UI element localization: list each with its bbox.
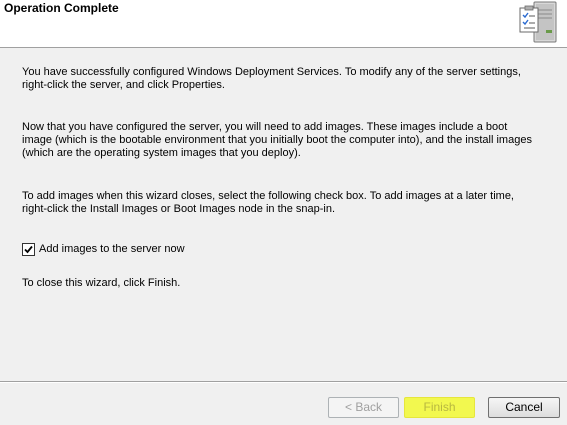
- finish-instructions: To close this wizard, click Finish.: [22, 277, 181, 289]
- add-images-option[interactable]: Add images to the server now: [22, 242, 185, 256]
- server-checklist-icon: [516, 0, 562, 46]
- back-button[interactable]: < Back: [328, 397, 399, 418]
- finish-button[interactable]: Finish: [404, 397, 475, 418]
- add-images-checkbox[interactable]: [22, 242, 35, 256]
- footer-divider-highlight: [0, 382, 567, 383]
- checkbox-instructions: To add images when this wizard closes, s…: [22, 190, 514, 215]
- page-title: Operation Complete: [4, 1, 119, 15]
- wizard-header: Operation Complete: [0, 0, 567, 48]
- checkmark-icon: [24, 245, 33, 253]
- cancel-button[interactable]: Cancel: [488, 397, 560, 418]
- success-message: You have successfully configured Windows…: [22, 66, 521, 91]
- add-images-checkbox-label[interactable]: Add images to the server now: [39, 243, 185, 256]
- add-images-info: Now that you have configured the server,…: [22, 121, 532, 159]
